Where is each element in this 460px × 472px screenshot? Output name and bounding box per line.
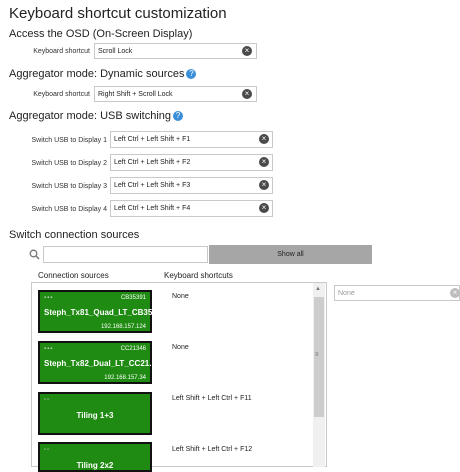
source-id: CC21346	[120, 346, 146, 352]
source-shortcut[interactable]: None	[172, 293, 189, 300]
sources-search-input[interactable]	[43, 246, 208, 263]
tiling-icon: ▫▫	[44, 397, 51, 403]
dynamic-shortcut-field[interactable]: Right Shift + Scroll Lock	[94, 86, 257, 102]
usb-shortcut-value: Left Ctrl + Left Shift + F4	[114, 205, 191, 212]
usb-shortcut-field[interactable]: Left Ctrl + Left Shift + F2	[110, 154, 273, 171]
list-item[interactable]: ▪▪▪ CC21346 Steph_Tx82_Dual_LT_CC21... 1…	[38, 341, 156, 384]
clear-icon[interactable]: ×	[259, 157, 269, 167]
shortcut-edit-placeholder: None	[338, 289, 355, 297]
list-item[interactable]: ▫▫ Tiling 2x2	[38, 442, 152, 472]
clear-icon[interactable]: ×	[242, 89, 252, 99]
source-status-icon: ▪▪▪	[44, 346, 54, 352]
source-name: Steph_Tx82_Dual_LT_CC21...	[44, 359, 156, 368]
help-icon[interactable]: ?	[186, 69, 197, 79]
grip-icon: ≡	[315, 352, 319, 358]
usb-shortcut-value: Left Ctrl + Left Shift + F2	[114, 159, 191, 166]
osd-shortcut-label: Keyboard shortcut	[33, 48, 90, 55]
source-shortcut[interactable]: Left Shift + Left Ctrl + F11	[172, 395, 252, 402]
source-name: Tiling 1+3	[76, 411, 114, 420]
usb-row-label: Switch USB to Display 1	[31, 137, 107, 144]
source-ip: 192.168.157.124	[100, 324, 146, 330]
column-header-shortcuts: Keyboard shortcuts	[164, 271, 233, 280]
dynamic-shortcut-label: Keyboard shortcut	[33, 91, 90, 98]
show-all-button[interactable]: Show all	[209, 245, 372, 264]
usb-switching-heading: Aggregator mode: USB switching?	[9, 110, 184, 122]
list-item[interactable]: ▪▪▪ CB35391 Steph_Tx81_Quad_LT_CB35... 1…	[38, 290, 159, 333]
osd-heading: Access the OSD (On-Screen Display)	[9, 28, 193, 40]
source-name: Steph_Tx81_Quad_LT_CB35...	[44, 308, 159, 317]
tiling-icon: ▫▫	[44, 447, 51, 453]
scroll-up-icon[interactable]: ▲	[315, 286, 321, 292]
usb-shortcut-field[interactable]: Left Ctrl + Left Shift + F3	[110, 177, 273, 194]
usb-shortcut-value: Left Ctrl + Left Shift + F1	[114, 136, 191, 143]
usb-row-label: Switch USB to Display 2	[31, 160, 107, 167]
clear-icon[interactable]: ×	[259, 203, 269, 213]
dynamic-shortcut-value: Right Shift + Scroll Lock	[98, 90, 173, 98]
clear-icon[interactable]: ×	[259, 180, 269, 190]
usb-shortcut-field[interactable]: Left Ctrl + Left Shift + F1	[110, 131, 273, 148]
clear-icon[interactable]: ×	[242, 46, 252, 56]
source-ip: 192.168.157.34	[104, 375, 146, 381]
source-status-icon: ▪▪▪	[44, 295, 54, 301]
sources-heading: Switch connection sources	[9, 229, 140, 241]
usb-row-label: Switch USB to Display 4	[31, 206, 107, 213]
usb-row-label: Switch USB to Display 3	[31, 183, 107, 190]
source-id: CB35391	[120, 295, 146, 301]
clear-icon[interactable]: ×	[259, 134, 269, 144]
osd-shortcut-field[interactable]: Scroll Lock	[94, 43, 257, 59]
shortcut-edit-field[interactable]: None	[334, 285, 460, 301]
usb-shortcut-value: Left Ctrl + Left Shift + F3	[114, 182, 191, 189]
usb-shortcut-field[interactable]: Left Ctrl + Left Shift + F4	[110, 200, 273, 217]
page-title: Keyboard shortcut customization	[9, 5, 227, 22]
source-shortcut[interactable]: None	[172, 344, 189, 351]
clear-icon[interactable]: ×	[450, 288, 460, 298]
osd-shortcut-value: Scroll Lock	[98, 47, 133, 55]
source-shortcut[interactable]: Left Shift + Left Ctrl + F12	[172, 446, 252, 453]
column-header-sources: Connection sources	[38, 271, 109, 280]
dynamic-sources-heading: Aggregator mode: Dynamic sources?	[9, 68, 197, 80]
list-item[interactable]: ▫▫ Tiling 1+3	[38, 392, 152, 435]
search-icon	[29, 249, 40, 260]
source-name: Tiling 2x2	[76, 461, 114, 470]
help-icon[interactable]: ?	[173, 111, 184, 121]
